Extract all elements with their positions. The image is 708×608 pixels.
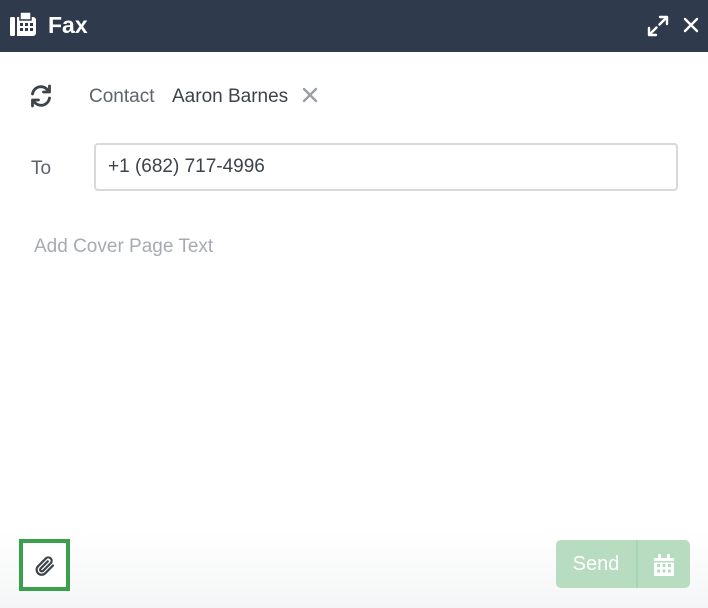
to-label: To xyxy=(31,158,52,179)
contact-label: Contact xyxy=(89,86,155,107)
attach-button[interactable] xyxy=(19,539,70,591)
expand-icon[interactable] xyxy=(646,14,670,38)
cover-page-textarea[interactable] xyxy=(34,236,674,496)
send-button[interactable]: Send xyxy=(556,540,636,588)
send-button-group: Send xyxy=(556,540,690,588)
close-icon[interactable] xyxy=(681,15,701,35)
fax-icon xyxy=(10,11,36,36)
refresh-icon[interactable] xyxy=(28,83,54,109)
to-number-input[interactable] xyxy=(94,143,678,191)
window-title: Fax xyxy=(48,12,88,38)
paperclip-icon xyxy=(35,556,55,576)
title-bar: Fax xyxy=(0,0,708,52)
remove-contact-icon[interactable] xyxy=(300,86,320,106)
schedule-button[interactable] xyxy=(638,540,690,588)
calendar-icon xyxy=(654,554,674,576)
contact-name-chip[interactable]: Aaron Barnes xyxy=(172,86,288,108)
fax-window: Fax Contact Aaron Barnes To Send xyxy=(0,0,708,608)
